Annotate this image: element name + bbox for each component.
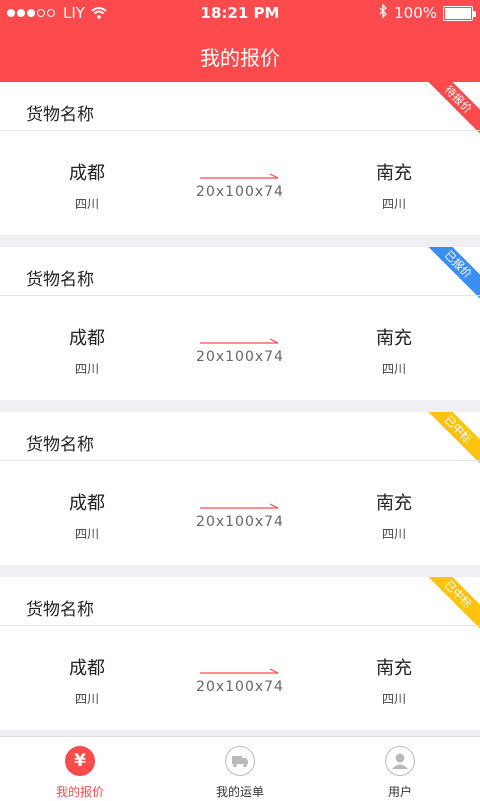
- destination-city: 南充: [376, 328, 412, 349]
- destination-province: 四川: [381, 197, 406, 211]
- arrow-right-icon: [200, 338, 279, 344]
- status-ribbon: 已中标: [421, 577, 480, 631]
- divider: [0, 130, 480, 131]
- tab-label: 我的报价: [55, 785, 104, 799]
- status-right: 100%: [378, 3, 476, 22]
- arrow-right-icon: [200, 668, 279, 674]
- origin-province: 四川: [74, 197, 99, 211]
- quote-card[interactable]: 货物名称 已中标 成都 四川 20x100x74 南充 四川: [0, 412, 480, 565]
- origin-province: 四川: [74, 527, 99, 541]
- goods-name: 货物名称: [26, 270, 94, 290]
- battery-percent: 100%: [394, 4, 437, 22]
- tab-label: 我的运单: [215, 785, 264, 799]
- cargo-dimensions: 20x100x74: [196, 349, 284, 365]
- status-ribbon: 待报价: [421, 82, 480, 136]
- tab-label: 用户: [387, 785, 412, 799]
- quote-card[interactable]: 货物名称 待报价 成都 四川 20x100x74 南充 四川: [0, 82, 480, 235]
- goods-name: 货物名称: [26, 105, 94, 125]
- arrow-right-icon: [200, 173, 279, 179]
- destination-city: 南充: [376, 493, 412, 514]
- origin: 成都 四川: [27, 489, 147, 542]
- route: 20x100x74: [190, 494, 290, 534]
- arrow-right-icon: [200, 503, 279, 509]
- route: 20x100x74: [190, 164, 290, 204]
- tab-user[interactable]: 用户: [320, 737, 480, 801]
- origin-city: 成都: [69, 328, 105, 349]
- status-bar: LIY 18:21 PM 100%: [0, 0, 480, 28]
- origin: 成都 四川: [27, 654, 147, 707]
- cargo-dimensions: 20x100x74: [196, 514, 284, 530]
- divider: [0, 625, 480, 626]
- origin-city: 成都: [69, 658, 105, 679]
- origin: 成都 四川: [27, 324, 147, 377]
- user-icon: [385, 746, 415, 776]
- tab-my-quotes[interactable]: ¥ 我的报价: [0, 737, 160, 801]
- truck-icon: [225, 746, 255, 776]
- destination: 南充 四川: [334, 489, 454, 542]
- goods-name: 货物名称: [26, 435, 94, 455]
- destination-province: 四川: [381, 692, 406, 706]
- cargo-dimensions: 20x100x74: [196, 184, 284, 200]
- bluetooth-icon: [378, 3, 388, 22]
- app-header: LIY 18:21 PM 100% 我的报价: [0, 0, 480, 82]
- destination-city: 南充: [376, 658, 412, 679]
- destination: 南充 四川: [334, 324, 454, 377]
- origin-province: 四川: [74, 362, 99, 376]
- goods-name: 货物名称: [26, 600, 94, 620]
- divider: [0, 460, 480, 461]
- battery-icon: [443, 5, 476, 21]
- status-ribbon: 已报价: [421, 247, 480, 301]
- origin: 成都 四川: [27, 159, 147, 212]
- origin-city: 成都: [69, 163, 105, 184]
- route: 20x100x74: [190, 659, 290, 699]
- destination-city: 南充: [376, 163, 412, 184]
- yen-icon: ¥: [65, 746, 95, 776]
- divider: [0, 295, 480, 296]
- destination: 南充 四川: [334, 654, 454, 707]
- quote-card[interactable]: 货物名称 已报价 成都 四川 20x100x74 南充 四川: [0, 247, 480, 400]
- tab-my-waybills[interactable]: 我的运单: [160, 737, 320, 801]
- quote-card[interactable]: 货物名称 已中标 成都 四川 20x100x74 南充 四川: [0, 577, 480, 730]
- page-title: 我的报价: [200, 46, 280, 70]
- route: 20x100x74: [190, 329, 290, 369]
- origin-city: 成都: [69, 493, 105, 514]
- origin-province: 四川: [74, 692, 99, 706]
- destination-province: 四川: [381, 362, 406, 376]
- tab-bar: ¥ 我的报价 我的运单 用户: [0, 736, 480, 801]
- destination-province: 四川: [381, 527, 406, 541]
- destination: 南充 四川: [334, 159, 454, 212]
- status-ribbon: 已中标: [421, 412, 480, 466]
- cargo-dimensions: 20x100x74: [196, 679, 284, 695]
